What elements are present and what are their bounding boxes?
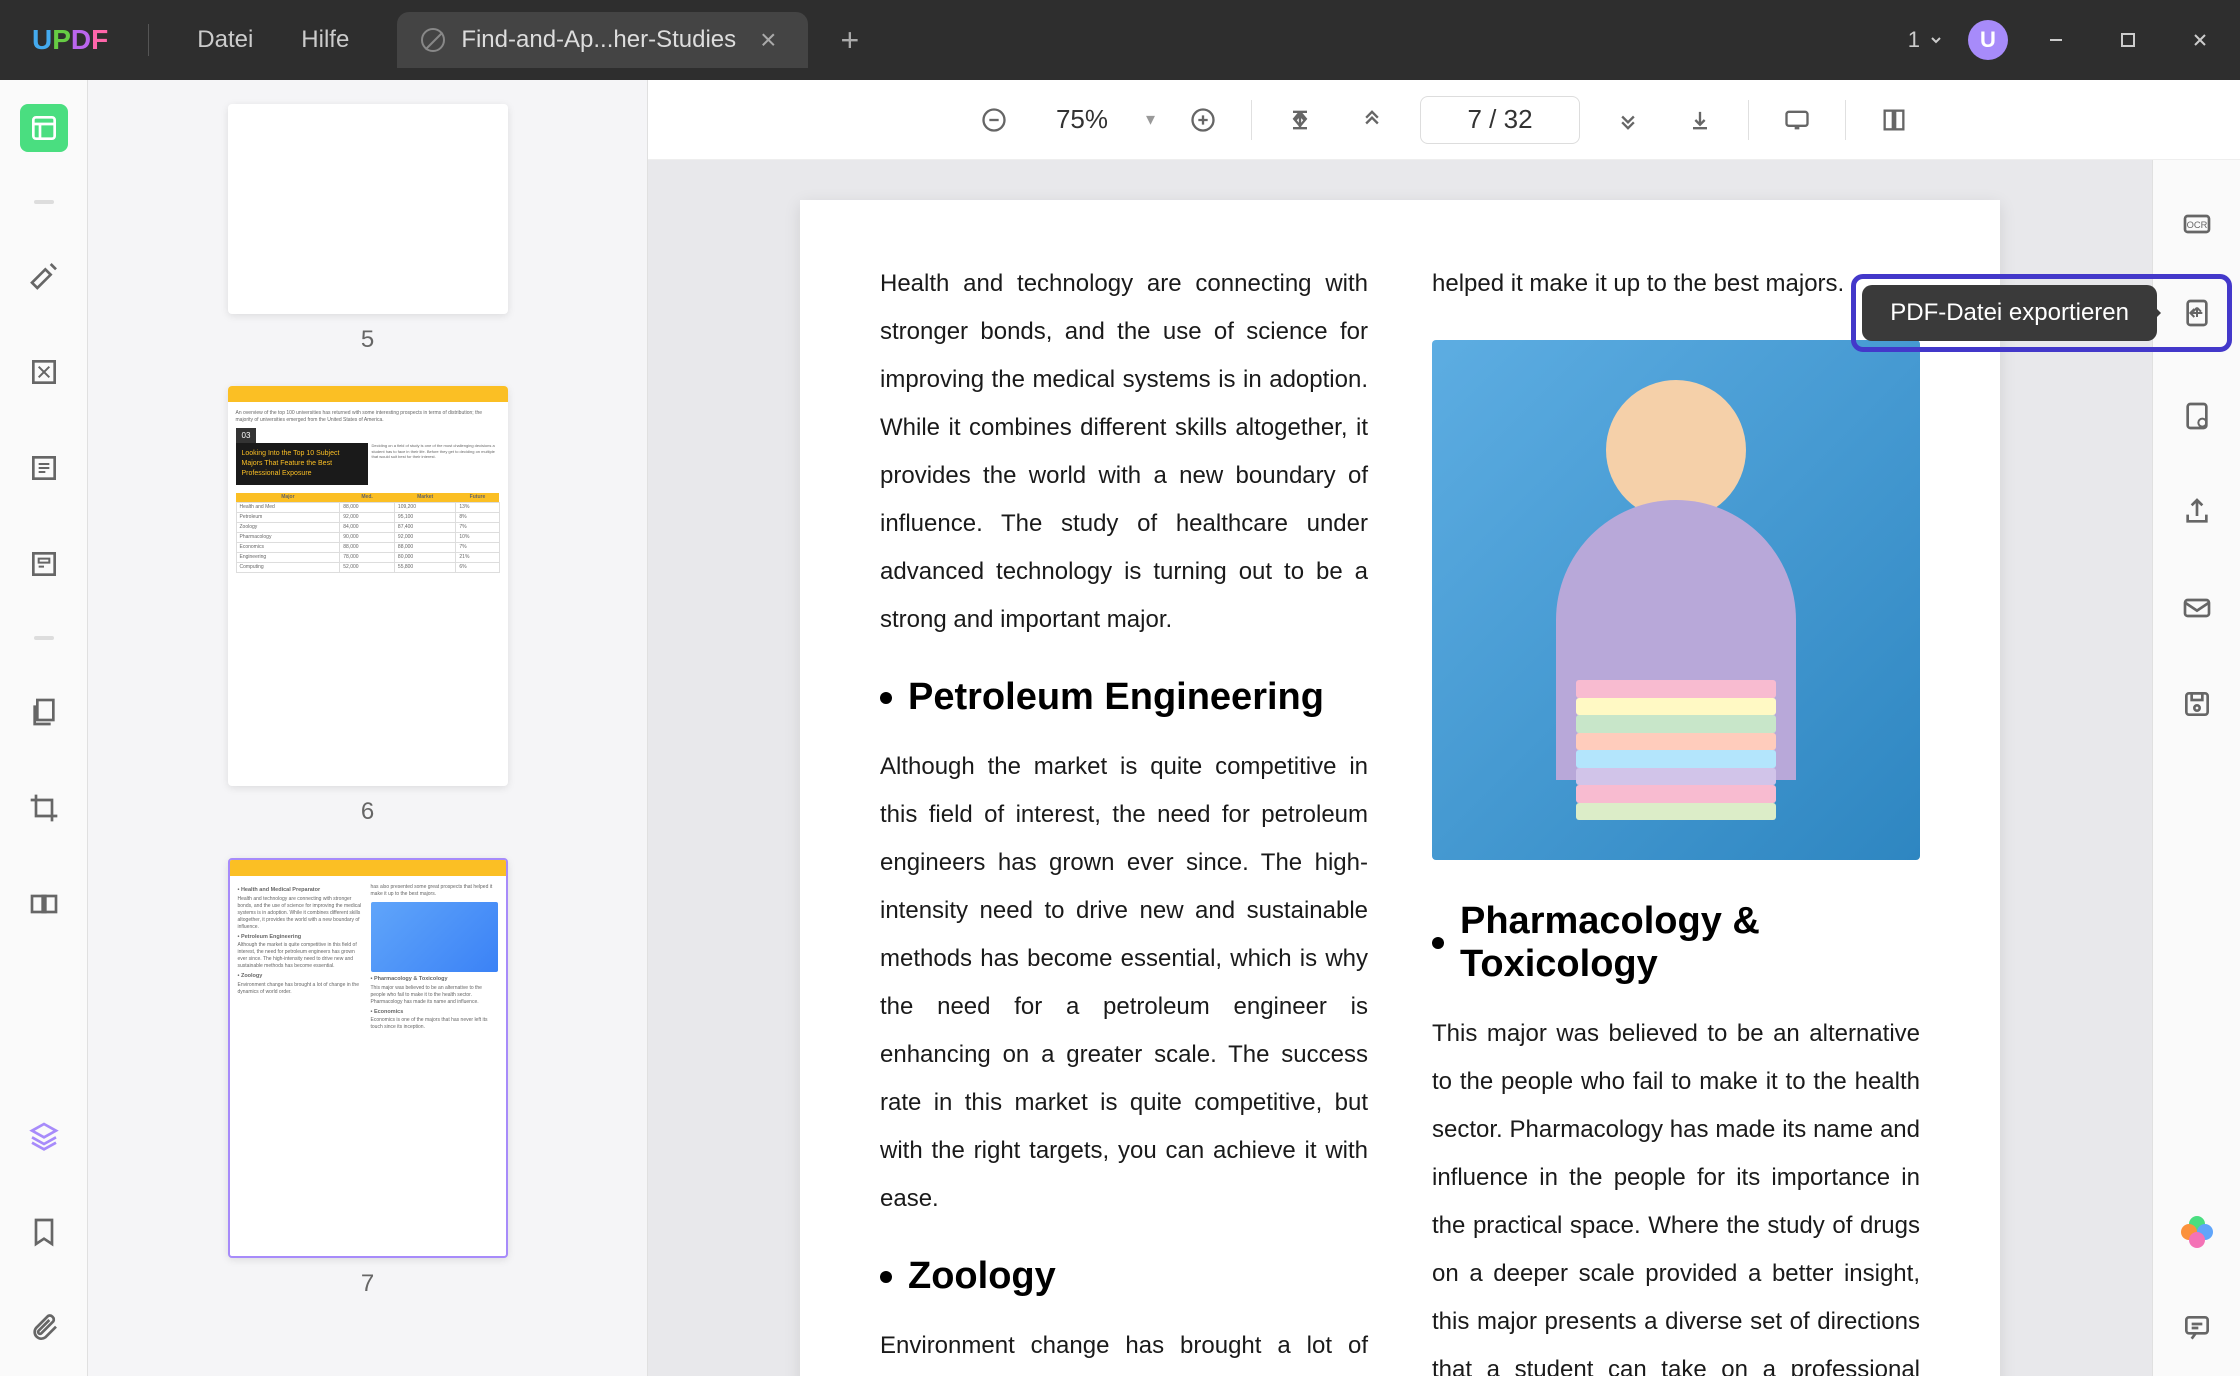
- pages-tool-icon[interactable]: [20, 688, 68, 736]
- text-tool-icon[interactable]: [20, 444, 68, 492]
- user-avatar[interactable]: U: [1968, 20, 2008, 60]
- page-layout-button[interactable]: [1870, 96, 1918, 144]
- zoom-in-button[interactable]: [1179, 96, 1227, 144]
- thumbnails-tool-icon[interactable]: [20, 104, 68, 152]
- thumbnail-label: 6: [112, 798, 623, 826]
- prev-page-button[interactable]: [1348, 96, 1396, 144]
- thumbnail-page-7[interactable]: • Health and Medical Preparator Health a…: [228, 858, 508, 1258]
- version-dropdown[interactable]: 1: [1908, 27, 1944, 53]
- menu-file[interactable]: Datei: [173, 26, 277, 54]
- crop-tool-icon[interactable]: [20, 784, 68, 832]
- zoom-dropdown-icon[interactable]: ▾: [1146, 109, 1155, 130]
- export-tooltip-highlight: PDF-Datei exportieren: [1851, 274, 2232, 352]
- app-logo: UPDF: [16, 24, 124, 56]
- content-area: 75% ▾: [648, 80, 2240, 1376]
- divider: [34, 200, 54, 204]
- heading-zoology: Zoology: [880, 1255, 1368, 1298]
- zoom-level: 75%: [1042, 104, 1122, 135]
- svg-text:OCR: OCR: [2186, 220, 2207, 230]
- paragraph: Although the market is quite competitive…: [880, 743, 1368, 1223]
- mail-icon[interactable]: [2173, 584, 2221, 632]
- presentation-button[interactable]: [1773, 96, 1821, 144]
- tab-close-icon[interactable]: ×: [752, 24, 784, 56]
- chevron-down-icon: [1928, 32, 1944, 48]
- document-page: Health and technology are connecting wit…: [800, 200, 2000, 1376]
- titlebar: UPDF Datei Hilfe Find-and-Ap...her-Studi…: [0, 0, 2240, 80]
- paragraph: This major was believed to be an alterna…: [1432, 1010, 1920, 1376]
- maximize-button[interactable]: [2104, 16, 2152, 64]
- next-page-button[interactable]: [1604, 96, 1652, 144]
- paragraph: Environment change has brought a lot of …: [880, 1322, 1368, 1376]
- last-page-button[interactable]: [1676, 96, 1724, 144]
- share-icon[interactable]: [2173, 488, 2221, 536]
- comment-icon[interactable]: [2173, 1304, 2221, 1352]
- protect-icon[interactable]: [2173, 392, 2221, 440]
- zoom-out-button[interactable]: [970, 96, 1018, 144]
- divider: [34, 636, 54, 640]
- thumbnail-page-6[interactable]: An overview of the top 100 universities …: [228, 386, 508, 786]
- save-icon[interactable]: [2173, 680, 2221, 728]
- thumbnail-page-5[interactable]: [228, 104, 508, 314]
- left-sidebar: [0, 80, 88, 1376]
- export-pdf-icon[interactable]: [2173, 289, 2221, 337]
- thumbnail-item[interactable]: 5: [112, 104, 623, 354]
- ai-assistant-icon[interactable]: [2173, 1208, 2221, 1256]
- page-input[interactable]: [1420, 96, 1580, 144]
- layers-icon[interactable]: [20, 1112, 68, 1160]
- annotate-tool-icon[interactable]: [20, 348, 68, 396]
- thumbnail-item[interactable]: • Health and Medical Preparator Health a…: [112, 858, 623, 1298]
- student-image: [1432, 340, 1920, 860]
- menu-help[interactable]: Hilfe: [277, 26, 373, 54]
- minimize-button[interactable]: [2032, 16, 2080, 64]
- tooltip-text: PDF-Datei exportieren: [1862, 285, 2157, 341]
- tab-title: Find-and-Ap...her-Studies: [461, 26, 736, 54]
- attachment-icon[interactable]: [20, 1304, 68, 1352]
- heading-pharmacology: Pharmacology & Toxicology: [1432, 900, 1920, 986]
- divider: [148, 24, 149, 56]
- highlighter-tool-icon[interactable]: [20, 252, 68, 300]
- first-page-button[interactable]: [1276, 96, 1324, 144]
- tab-document-icon: [421, 28, 445, 52]
- close-button[interactable]: [2176, 16, 2224, 64]
- heading-petroleum: Petroleum Engineering: [880, 676, 1368, 719]
- new-tab-button[interactable]: +: [840, 22, 859, 59]
- thumbnail-panel: 5 An overview of the top 100 universitie…: [88, 80, 648, 1376]
- document-tab[interactable]: Find-and-Ap...her-Studies ×: [397, 12, 808, 68]
- form-tool-icon[interactable]: [20, 540, 68, 588]
- bookmark-icon[interactable]: [20, 1208, 68, 1256]
- ocr-icon[interactable]: OCR: [2173, 200, 2221, 248]
- thumbnail-label: 7: [112, 1270, 623, 1298]
- top-toolbar: 75% ▾: [648, 80, 2240, 160]
- thumbnail-item[interactable]: An overview of the top 100 universities …: [112, 386, 623, 826]
- paragraph: Health and technology are connecting wit…: [880, 260, 1368, 644]
- paragraph: helped it make it up to the best majors.: [1432, 260, 1920, 308]
- compare-tool-icon[interactable]: [20, 880, 68, 928]
- thumbnail-label: 5: [112, 326, 623, 354]
